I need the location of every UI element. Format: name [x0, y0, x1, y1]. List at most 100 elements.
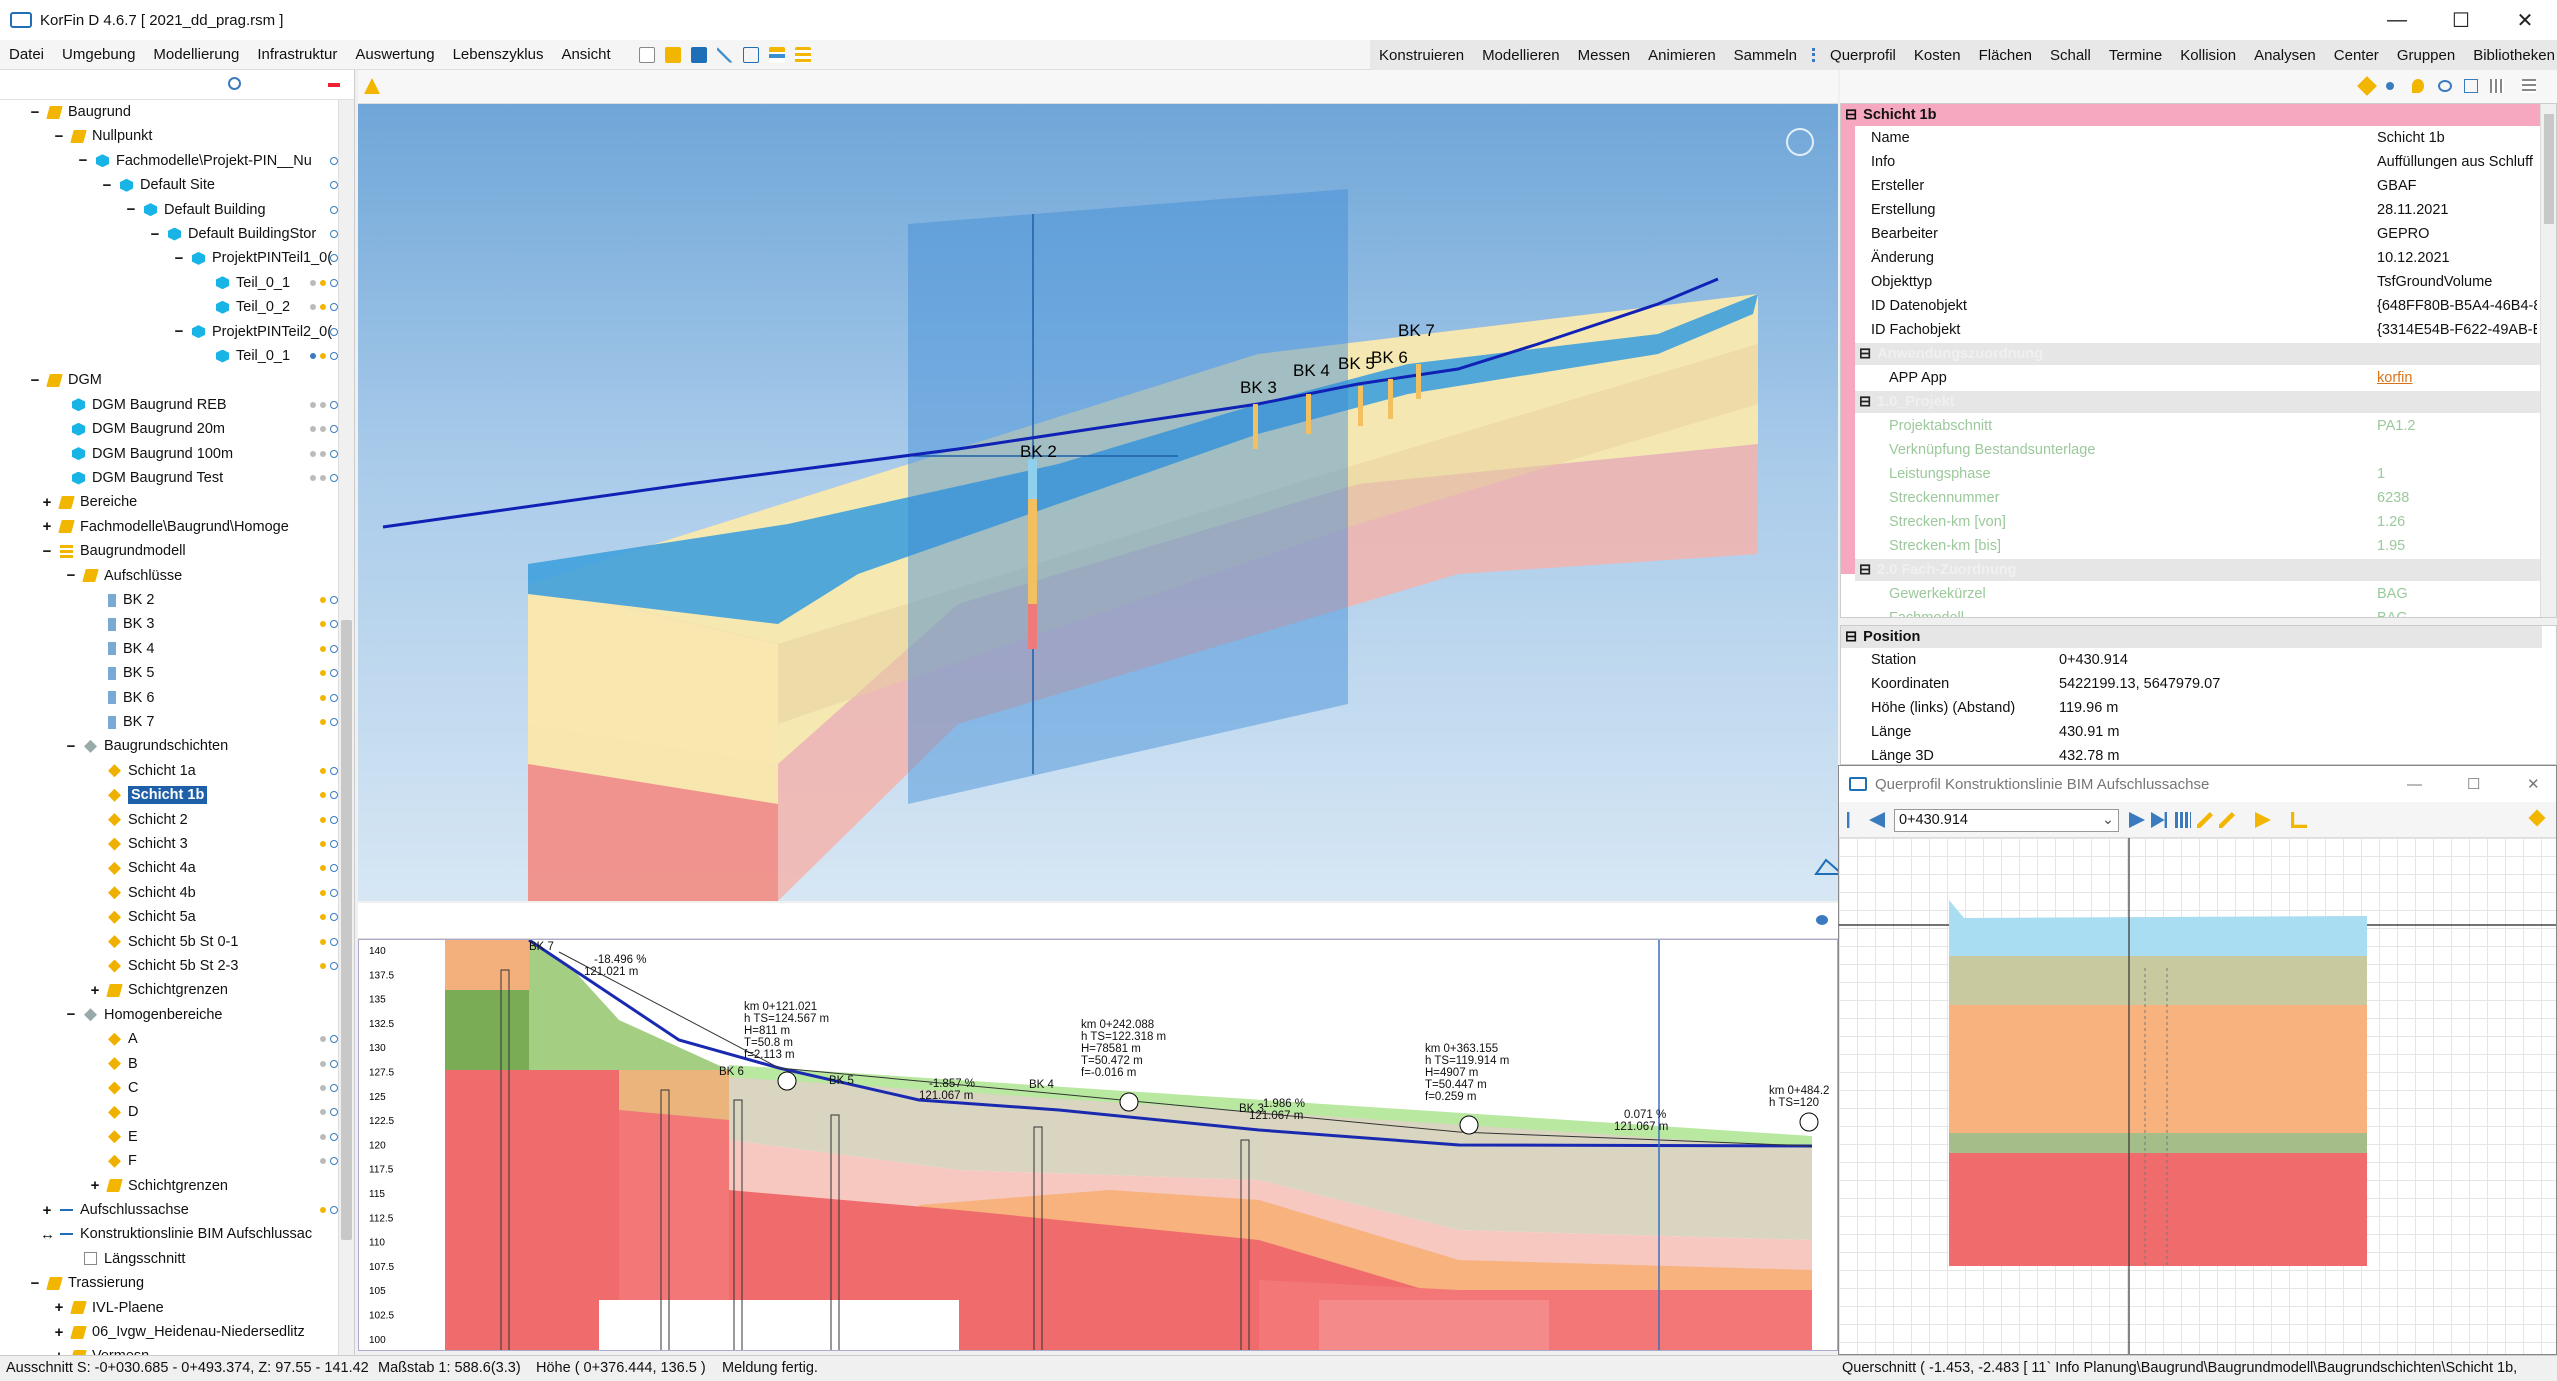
tree-item[interactable]: Schicht 5b St 0-1: [88, 930, 338, 954]
visibility-indicators[interactable]: [320, 1052, 338, 1076]
visibility-indicators[interactable]: [330, 222, 338, 246]
collapse-icon[interactable]: ↔: [40, 1226, 55, 1243]
tree-item[interactable]: ↔ Konstruktionslinie BIM Aufschlussac: [40, 1222, 338, 1246]
property-row[interactable]: Gewerkekürzel BAG: [1841, 582, 2542, 606]
maximize-button[interactable]: ☐: [2467, 775, 2480, 793]
menu-item[interactable]: Infrastruktur: [248, 46, 346, 63]
collapse-icon[interactable]: −: [28, 1275, 42, 1292]
search-icon[interactable]: [228, 77, 241, 90]
visibility-indicators[interactable]: [320, 759, 338, 783]
ribbon-tab[interactable]: Center: [2325, 47, 2388, 64]
visibility-indicators[interactable]: [320, 1076, 338, 1100]
previous-station-icon[interactable]: [1869, 812, 1885, 828]
save-icon[interactable]: [690, 46, 707, 63]
zoom-icon[interactable]: [330, 840, 338, 848]
status-dot-icon[interactable]: [320, 1207, 326, 1213]
properties-scrollbar-thumb[interactable]: [2544, 114, 2554, 224]
property-group[interactable]: ⊟ 2.0 Fach-Zuordnung: [1855, 559, 2542, 581]
position-header[interactable]: ⊟ Position: [1841, 626, 2542, 648]
ribbon-tab[interactable]: Messen: [1569, 47, 1640, 64]
status-dot-icon[interactable]: [320, 938, 326, 945]
property-row[interactable]: Erstellung 28.11.2021: [1841, 198, 2542, 222]
property-group[interactable]: ⊟ Anwendungszuordnung: [1855, 343, 2542, 365]
status-dot-icon[interactable]: [320, 426, 326, 433]
visibility-indicators[interactable]: [320, 1198, 338, 1222]
next-station-icon[interactable]: [2129, 812, 2145, 828]
edit-icon[interactable]: [2197, 812, 2213, 828]
warning-icon[interactable]: [364, 78, 380, 94]
tools-icon[interactable]: [716, 46, 733, 63]
status-dot-icon[interactable]: [320, 475, 326, 481]
collapse-icon[interactable]: −: [40, 543, 54, 560]
status-dot-icon[interactable]: [320, 1060, 326, 1067]
status-dot-icon[interactable]: [320, 889, 326, 896]
tree-item[interactable]: Schicht 2: [88, 808, 338, 832]
pin-icon[interactable]: [2528, 809, 2546, 827]
minimize-button[interactable]: —: [2407, 776, 2422, 793]
zoom-icon[interactable]: [330, 230, 338, 238]
ribbon-tab[interactable]: Querprofil: [1821, 47, 1905, 64]
visibility-indicators[interactable]: [330, 320, 338, 344]
tree-item[interactable]: DGM Baugrund Test: [52, 466, 338, 490]
visibility-indicators[interactable]: [320, 808, 338, 832]
tree-item[interactable]: + Schichtgrenzen: [88, 978, 338, 1002]
status-dot-icon[interactable]: [320, 963, 326, 969]
status-dot-icon[interactable]: [310, 401, 316, 408]
expand-icon[interactable]: +: [88, 982, 102, 999]
expand-icon[interactable]: +: [88, 1177, 102, 1194]
visibility-indicators[interactable]: [320, 783, 338, 807]
zoom-icon[interactable]: [330, 791, 338, 800]
ribbon-tab[interactable]: Bibliotheken: [2464, 47, 2557, 64]
last-station-icon[interactable]: [2151, 812, 2167, 828]
property-row[interactable]: APP App korfin: [1841, 366, 2542, 390]
status-dot-icon[interactable]: [320, 767, 326, 774]
zoom-icon[interactable]: [330, 718, 338, 726]
property-group[interactable]: ⊟ 1.0_Projekt: [1855, 391, 2542, 413]
zoom-icon[interactable]: [330, 181, 338, 190]
tree-item[interactable]: Längsschnitt: [64, 1247, 338, 1271]
tree-item[interactable]: − Default Building: [124, 198, 338, 222]
cross-section-canvas[interactable]: [1839, 838, 2556, 1354]
tree-item[interactable]: E: [88, 1125, 338, 1149]
property-row[interactable]: ID Datenobjekt {648FF80B-B5A4-46B4-8: [1841, 294, 2542, 318]
zoom-icon[interactable]: [330, 962, 338, 970]
tree-item[interactable]: − Baugrundmodell: [40, 539, 338, 563]
zoom-icon[interactable]: [330, 596, 338, 604]
visibility-indicators[interactable]: [320, 856, 338, 880]
property-row[interactable]: Verknüpfung Bestandsunterlage: [1841, 438, 2542, 462]
visibility-indicators[interactable]: [320, 1149, 338, 1173]
ribbon-tab[interactable]: Sammeln: [1725, 47, 1806, 64]
collapse-icon[interactable]: −: [64, 1006, 78, 1023]
pin-icon[interactable]: [2357, 76, 2377, 96]
visibility-indicators[interactable]: [310, 295, 338, 319]
tree-item[interactable]: − DGM: [28, 368, 338, 392]
collapse-icon[interactable]: −: [124, 201, 138, 218]
status-dot-icon[interactable]: [320, 694, 326, 701]
tree-scrollbar[interactable]: [338, 100, 354, 1355]
eye-icon[interactable]: [2438, 80, 2452, 92]
draw-icon[interactable]: [2219, 812, 2235, 828]
measure-icon[interactable]: [2291, 812, 2307, 828]
zoom-icon[interactable]: [330, 620, 338, 629]
property-row[interactable]: Objekttyp TsfGroundVolume: [1841, 270, 2542, 294]
tree-item[interactable]: Schicht 4b: [88, 881, 338, 905]
status-dot-icon[interactable]: [320, 645, 326, 652]
visibility-indicators[interactable]: [320, 1125, 338, 1149]
collapse-icon[interactable]: −: [100, 177, 114, 194]
zoom-icon[interactable]: [330, 913, 338, 922]
tree-item[interactable]: BK 4: [88, 637, 338, 661]
maximize-button[interactable]: ☐: [2429, 0, 2493, 40]
zoom-icon[interactable]: [330, 327, 338, 336]
status-dot-icon[interactable]: [310, 426, 316, 433]
position-row[interactable]: Länge 3D 432.78 m: [1841, 744, 2542, 764]
ribbon-tab[interactable]: Modellieren: [1473, 47, 1569, 64]
position-row[interactable]: Station 0+430.914: [1841, 648, 2542, 672]
tree-item[interactable]: BK 5: [88, 661, 338, 685]
zoom-icon[interactable]: [330, 669, 338, 678]
visibility-indicators[interactable]: [320, 881, 338, 905]
remove-icon[interactable]: [328, 83, 340, 87]
tree-item[interactable]: − Default BuildingStor: [148, 222, 338, 246]
menu-icon[interactable]: [2522, 79, 2536, 93]
properties-scrollbar[interactable]: [2540, 104, 2556, 617]
visibility-indicators[interactable]: [320, 954, 338, 978]
